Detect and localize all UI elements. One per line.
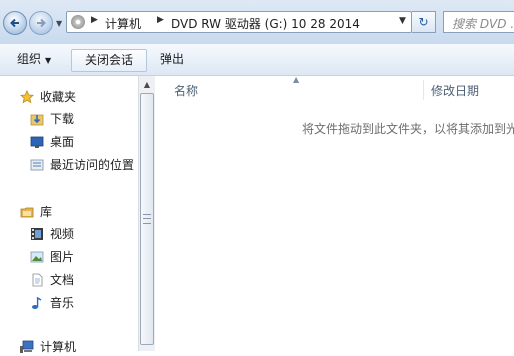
scroll-up-button[interactable]: ▲	[139, 76, 155, 92]
sort-ascending-icon: ▲	[293, 75, 300, 84]
desktop-icon	[30, 136, 44, 148]
breadcrumb-separator[interactable]: ▶	[91, 15, 98, 25]
search-input[interactable]: 搜索 DVD ...	[443, 11, 514, 33]
scrollbar-grip-icon	[143, 214, 151, 224]
document-icon	[32, 273, 43, 287]
forward-button[interactable]	[29, 11, 53, 35]
eject-button[interactable]: 弹出	[153, 49, 191, 70]
address-bar: ▼ ▶ 计算机 ▶ DVD RW 驱动器 (G:) 10 28 2014 ▼ ↻…	[0, 0, 514, 44]
address-path-box[interactable]: ▶ 计算机 ▶ DVD RW 驱动器 (G:) 10 28 2014 ▼	[66, 11, 412, 33]
library-icon	[20, 207, 34, 218]
nav-item-label: 视频	[50, 227, 75, 241]
recent-places-icon	[30, 159, 44, 171]
organize-menu-button[interactable]: 组织 ▼	[10, 49, 58, 70]
back-arrow-icon	[10, 18, 19, 28]
scrollbar-thumb[interactable]	[140, 93, 154, 345]
star-icon	[20, 90, 34, 104]
nav-item-label: 图片	[50, 250, 75, 264]
breadcrumb-separator[interactable]: ▶	[157, 15, 164, 25]
address-dropdown[interactable]: ▼	[399, 16, 406, 26]
history-dropdown[interactable]: ▼	[56, 19, 62, 28]
close-session-button[interactable]: 关闭会话	[71, 49, 147, 72]
nav-item-label: 音乐	[50, 296, 75, 310]
nav-item-label: 最近访问的位置	[50, 158, 135, 172]
video-icon	[31, 228, 43, 240]
refresh-icon: ↻	[418, 15, 429, 29]
music-note-icon	[32, 296, 42, 309]
navigation-pane: 收藏夹 下载 桌面 最近访问的位置 库 视频 图片 文档 音乐 计算机	[0, 76, 138, 354]
empty-folder-message: 将文件拖动到此文件夹，以将其添加到光	[302, 122, 514, 136]
command-bar: 组织 ▼ 关闭会话 弹出	[0, 44, 514, 76]
column-divider[interactable]	[423, 80, 424, 100]
dvd-drive-icon	[71, 15, 85, 29]
breadcrumb-drive[interactable]: DVD RW 驱动器 (G:) 10 28 2014	[171, 15, 360, 32]
download-folder-icon	[30, 114, 44, 126]
nav-computer-label: 计算机	[40, 340, 77, 354]
organize-label: 组织	[17, 52, 42, 66]
chevron-down-icon: ▼	[45, 56, 52, 65]
nav-favorites-label: 收藏夹	[40, 90, 77, 104]
computer-icon	[20, 340, 34, 353]
file-list-pane[interactable]: ▲ 名称 修改日期 将文件拖动到此文件夹，以将其添加到光	[155, 75, 514, 351]
nav-item-label: 桌面	[50, 135, 75, 149]
picture-icon	[30, 251, 44, 263]
nav-item-label: 下载	[50, 112, 75, 126]
breadcrumb-computer[interactable]: 计算机	[105, 15, 141, 32]
refresh-button[interactable]: ↻	[412, 11, 436, 33]
column-header-name[interactable]: 名称	[174, 82, 198, 99]
column-header-date-modified[interactable]: 修改日期	[431, 82, 479, 99]
nav-pane-scrollbar[interactable]: ▲	[138, 76, 155, 351]
nav-libraries-label: 库	[40, 205, 53, 219]
nav-item-label: 文档	[50, 273, 75, 287]
forward-arrow-icon	[37, 18, 46, 28]
back-button[interactable]	[3, 11, 27, 35]
